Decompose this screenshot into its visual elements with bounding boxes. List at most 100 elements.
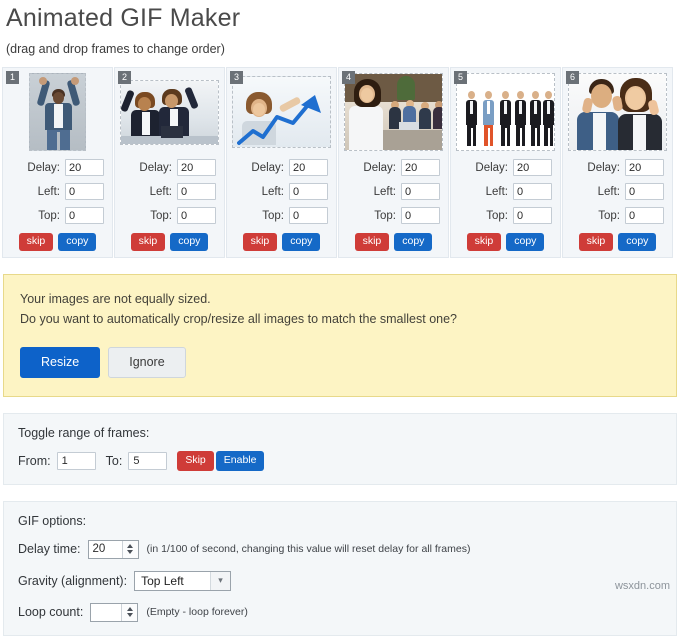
frame-left-input[interactable] [513,183,552,200]
frame-delay-row: Delay: [9,159,104,176]
frame-card[interactable]: 5 Delay: Left: Top: skip co [450,67,561,258]
frame-actions: skip copy [563,233,672,251]
frame-thumbnail-image[interactable] [568,73,667,151]
gravity-select[interactable]: Top Left ▾ [134,570,232,591]
loop-count-hint: (Empty - loop forever) [146,606,248,619]
frame-copy-button[interactable]: copy [282,233,321,251]
site-watermark: wsxdn.com [614,580,670,592]
ignore-button[interactable]: Ignore [108,346,186,379]
frame-delay-label: Delay: [251,161,284,174]
size-mismatch-warning: Your images are not equally sized. Do yo… [3,273,677,398]
frame-left-input[interactable] [401,183,440,200]
frame-thumbnail-image[interactable] [232,76,331,148]
frame-delay-input[interactable] [65,159,104,176]
frame-card[interactable]: 4 Delay: Left: Top: skip [338,67,449,258]
frame-top-row: Top: [345,207,440,224]
frame-top-label: Top: [486,209,508,222]
frame-actions: skip copy [3,233,112,251]
range-from-input[interactable] [56,452,96,470]
frame-number-badge: 5 [454,71,467,84]
frame-thumbnail-wrap [344,72,443,152]
frame-top-row: Top: [9,207,104,224]
frame-skip-button[interactable]: skip [466,233,502,251]
loop-count-stepper[interactable] [90,602,139,622]
delay-time-value[interactable]: 20 [89,541,122,558]
chevron-down-icon[interactable]: ▾ [210,571,231,590]
frame-delay-input[interactable] [513,159,552,176]
frame-skip-button[interactable]: skip [354,233,390,251]
frame-card[interactable]: 3 Delay: Left: Top: [226,67,337,258]
frame-left-input[interactable] [65,183,104,200]
loop-count-label: Loop count: [18,605,84,620]
frame-left-input[interactable] [625,183,664,200]
frame-copy-button[interactable]: copy [58,233,97,251]
frame-skip-button[interactable]: skip [578,233,614,251]
delay-time-hint: (in 1/100 of second, changing this value… [146,543,471,556]
frame-thumbnail-image[interactable] [456,73,555,151]
frame-thumbnail-image[interactable] [344,73,443,151]
frame-thumbnail-image[interactable] [120,79,219,145]
range-skip-button[interactable]: Skip [177,451,214,471]
frame-delay-row: Delay: [569,159,664,176]
frame-copy-button[interactable]: copy [394,233,433,251]
frame-copy-button[interactable]: copy [506,233,545,251]
frame-thumbnail-image[interactable] [29,73,86,151]
page-subtitle: (drag and drop frames to change order) [6,42,225,56]
frame-left-input[interactable] [177,183,216,200]
frame-delay-label: Delay: [475,161,508,174]
frame-delay-label: Delay: [363,161,396,174]
stepper-arrows-icon[interactable] [121,603,138,621]
frame-thumbnail-wrap [120,72,219,152]
frame-top-label: Top: [150,209,172,222]
frame-delay-input[interactable] [177,159,216,176]
frame-skip-button[interactable]: skip [242,233,278,251]
resize-button[interactable]: Resize [20,346,101,379]
frame-card[interactable]: 2 Delay: Left: Top: skip co [114,67,225,258]
frame-card[interactable]: 6 Delay: Left: Top: skip copy [562,67,673,258]
gravity-row: Gravity (alignment): Top Left ▾ [18,570,662,591]
frame-top-input[interactable] [401,207,440,224]
frame-actions: skip copy [115,233,224,251]
frame-skip-button[interactable]: skip [18,233,54,251]
frame-number-badge: 2 [118,71,131,84]
range-to-label: To: [105,454,123,468]
range-to-input[interactable] [128,452,168,470]
frame-top-label: Top: [262,209,284,222]
frame-number-badge: 3 [230,71,243,84]
frame-left-row: Left: [121,183,216,200]
frame-delay-input[interactable] [625,159,664,176]
frame-top-input[interactable] [513,207,552,224]
frame-copy-button[interactable]: copy [170,233,209,251]
frame-top-label: Top: [598,209,620,222]
frame-left-input[interactable] [289,183,328,200]
delay-time-stepper[interactable]: 20 [87,539,139,559]
frame-copy-button[interactable]: copy [618,233,657,251]
frame-top-input[interactable] [625,207,664,224]
frame-delay-input[interactable] [289,159,328,176]
frame-top-row: Top: [121,207,216,224]
frame-top-input[interactable] [289,207,328,224]
frame-top-input[interactable] [177,207,216,224]
frame-top-input[interactable] [65,207,104,224]
frame-delay-row: Delay: [233,159,328,176]
frame-left-label: Left: [37,185,60,198]
frame-card[interactable]: 1 Delay: Left: Top: skip copy [2,67,113,258]
frame-left-label: Left: [149,185,172,198]
frames-strip: 1 Delay: Left: Top: skip copy [0,67,680,258]
gravity-label: Gravity (alignment): [18,573,128,588]
toggle-range-controls: From: To: Skip Enable [18,451,662,471]
frame-left-row: Left: [569,183,664,200]
frame-left-label: Left: [597,185,620,198]
range-enable-button[interactable]: Enable [215,451,265,471]
gif-options-panel: GIF options: Delay time: 20 (in 1/100 of… [3,500,677,636]
frame-left-label: Left: [373,185,396,198]
frame-delay-label: Delay: [139,161,172,174]
delay-time-row: Delay time: 20 (in 1/100 of second, chan… [18,539,662,559]
frame-delay-row: Delay: [121,159,216,176]
stepper-arrows-icon[interactable] [121,540,138,558]
frame-skip-button[interactable]: skip [130,233,166,251]
gravity-selected-value: Top Left [141,573,184,588]
loop-count-row: Loop count: (Empty - loop forever) [18,602,662,622]
frame-delay-input[interactable] [401,159,440,176]
loop-count-value[interactable] [91,604,121,621]
